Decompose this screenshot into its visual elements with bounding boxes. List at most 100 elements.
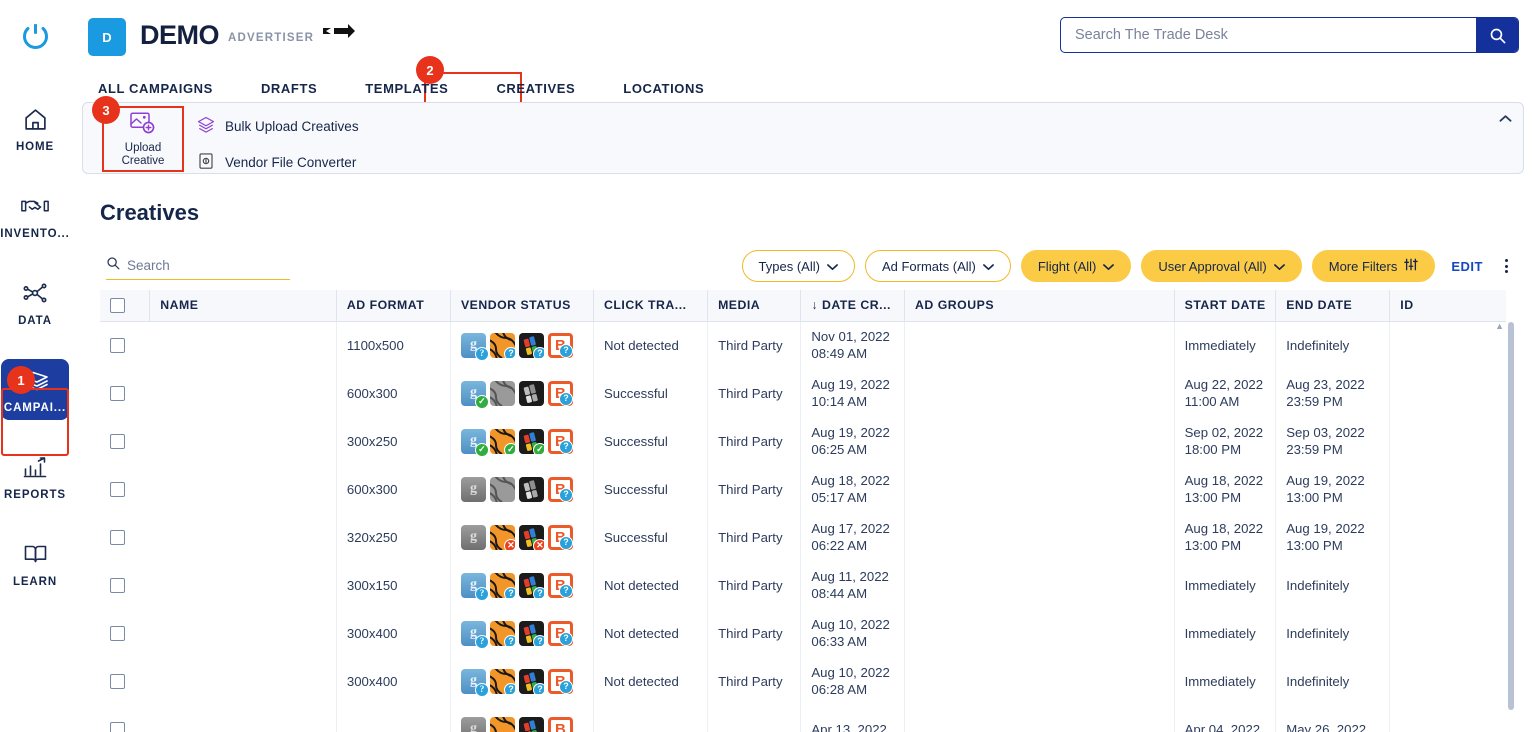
- table-search[interactable]: [106, 252, 290, 280]
- vertical-scrollbar-thumb[interactable]: [1508, 322, 1514, 710]
- status-badge-unknown: ?: [532, 586, 544, 598]
- column-header-vend[interactable]: VENDOR STATUS: [450, 290, 595, 322]
- vendor-icon-sizmek: [489, 380, 515, 406]
- column-header-grp[interactable]: AD GROUPS: [904, 290, 1175, 322]
- row-checkbox[interactable]: [110, 673, 125, 689]
- sidebar-item-label: REPORTS: [4, 489, 66, 501]
- cell-media: Third Party: [707, 465, 802, 513]
- chevron-down-icon: [827, 259, 838, 274]
- vendor-icon-sizmek: ✓: [489, 428, 515, 454]
- filter-pill-ad-formats-all[interactable]: Ad Formats (All): [864, 250, 1011, 282]
- row-checkbox[interactable]: [110, 577, 125, 593]
- filter-pill-flight-all[interactable]: Flight (All): [1020, 250, 1132, 282]
- table-row[interactable]: g B Apr 13, 2022 Apr 04, 2022 May 26, 20…: [100, 705, 1506, 732]
- switch-arrows-icon[interactable]: [322, 22, 356, 47]
- filter-pill-types-all[interactable]: Types (All): [741, 250, 855, 282]
- status-badge-unknown: ?: [474, 682, 489, 697]
- start-date-day: Immediately: [1184, 577, 1256, 593]
- vendor-icon-bing: B: [547, 716, 573, 732]
- column-header-start[interactable]: START DATE: [1174, 290, 1277, 322]
- end-date-day: Sep 03, 2022: [1286, 425, 1365, 440]
- vendor-icon-microsoft: [518, 716, 544, 732]
- sidebar-item-learn[interactable]: LEARN: [0, 533, 70, 594]
- start-date-day: Apr 04, 2022: [1184, 721, 1261, 732]
- row-checkbox[interactable]: [110, 529, 125, 545]
- row-checkbox[interactable]: [110, 433, 125, 449]
- chevron-up-icon[interactable]: [1496, 109, 1514, 127]
- cell-start-date: Immediately: [1174, 609, 1277, 657]
- column-header-id[interactable]: ID: [1389, 290, 1506, 322]
- date-created-time: 10:14 AM: [811, 394, 868, 409]
- table-row[interactable]: 1100x500g? ? ?B?Not detectedThird Party …: [100, 321, 1506, 369]
- table-row[interactable]: 300x150g? ? ?B?Not detectedThird Party A…: [100, 561, 1506, 609]
- cell-ad-format: 1100x500: [336, 321, 451, 369]
- vendor-icon-sizmek: ✕: [489, 524, 515, 550]
- vendor-file-converter-link[interactable]: Vendor File Converter: [197, 152, 356, 173]
- date-created-time: 06:28 AM: [811, 682, 868, 697]
- cell-ad-format: 300x400: [336, 609, 451, 657]
- search-button[interactable]: [1476, 18, 1518, 52]
- creatives-table-wrapper: NAME AD FORMAT VENDOR STATUS CLICK TRA... ME…: [100, 290, 1506, 732]
- cell-name: [149, 561, 337, 609]
- row-select-cell: [100, 465, 150, 513]
- table-row[interactable]: 600x300g✓ B?SuccessfulThird Party Aug 19…: [100, 369, 1506, 417]
- column-header-media[interactable]: MEDIA: [707, 290, 802, 322]
- row-checkbox[interactable]: [110, 481, 125, 497]
- tab-drafts[interactable]: DRAFTS: [261, 81, 317, 104]
- status-badge-unknown: ?: [474, 586, 489, 601]
- cell-id: [1390, 321, 1506, 369]
- status-badge-unknown: ?: [503, 682, 515, 694]
- global-search[interactable]: [1060, 17, 1519, 53]
- sidebar-item-invento[interactable]: INVENTO...: [0, 185, 70, 246]
- power-logo-icon[interactable]: [19, 20, 52, 53]
- filter-pill-user-approval-all[interactable]: User Approval (All): [1141, 250, 1302, 282]
- upload-creative-tile[interactable]: Upload Creative: [105, 112, 181, 168]
- start-date-day: Sep 02, 2022: [1184, 425, 1264, 440]
- stack-layers-icon: [197, 116, 215, 137]
- date-created-time: 05:17 AM: [811, 490, 868, 505]
- status-badge-unknown: ?: [558, 583, 573, 598]
- table-row[interactable]: 300x400g? ? ?B?Not detectedThird Party A…: [100, 609, 1506, 657]
- start-date-time: 13:00 PM: [1184, 490, 1242, 505]
- sidebar-item-reports[interactable]: REPORTS: [0, 446, 70, 507]
- filter-pill-more-filters[interactable]: More Filters: [1311, 250, 1436, 282]
- column-header-fmt[interactable]: AD FORMAT: [336, 290, 451, 322]
- advertiser-avatar: D: [88, 18, 126, 56]
- edit-button[interactable]: EDIT: [1451, 259, 1483, 274]
- search-input[interactable]: [1061, 18, 1476, 52]
- start-date-day: Immediately: [1184, 337, 1256, 353]
- column-header-date[interactable]: ↓ DATE CR...: [800, 290, 906, 322]
- cell-ad-groups: [904, 465, 1175, 513]
- table-row[interactable]: 600x300g B?SuccessfulThird Party Aug 18,…: [100, 465, 1506, 513]
- cell-click-tracking: Successful: [593, 513, 709, 561]
- table-row[interactable]: 320x250g ✕ ✕B?SuccessfulThird Party Aug …: [100, 513, 1506, 561]
- bulk-upload-creatives-link[interactable]: Bulk Upload Creatives: [197, 116, 359, 137]
- sidebar-item-label: HOME: [15, 141, 55, 153]
- table-row[interactable]: 300x400g? ? ?B?Not detectedThird Party A…: [100, 657, 1506, 705]
- cell-vendor-status: g? ? ?B?: [450, 321, 595, 369]
- sidebar-item-home[interactable]: HOME: [0, 98, 70, 159]
- select-all-checkbox[interactable]: [110, 297, 125, 313]
- row-checkbox[interactable]: [110, 721, 125, 732]
- vendor-icon-google: g?: [460, 572, 489, 601]
- sidebar-item-data[interactable]: DATA: [0, 272, 70, 333]
- row-checkbox[interactable]: [110, 337, 125, 353]
- more-vertical-icon[interactable]: [1505, 259, 1508, 273]
- date-created-time: 08:49 AM: [811, 346, 868, 362]
- vendor-icon-google: g?: [460, 332, 489, 361]
- table-row[interactable]: 300x250g✓ ✓ ✓B?SuccessfulThird Party Aug…: [100, 417, 1506, 465]
- table-search-input[interactable]: [127, 258, 277, 273]
- column-header-click[interactable]: CLICK TRA...: [593, 290, 709, 322]
- tab-creatives[interactable]: CREATIVES: [496, 81, 575, 104]
- column-header-end[interactable]: END DATE: [1275, 290, 1391, 322]
- cell-media: Third Party: [707, 561, 802, 609]
- column-header-name[interactable]: NAME: [149, 290, 337, 322]
- row-checkbox[interactable]: [110, 625, 125, 641]
- cell-end-date: Aug 23, 2022 23:59 PM: [1275, 369, 1391, 417]
- start-date-day: Aug 18, 2022: [1184, 473, 1264, 488]
- date-created-day: Aug 11, 2022: [811, 569, 889, 584]
- row-checkbox[interactable]: [110, 385, 125, 401]
- tab-locations[interactable]: LOCATIONS: [623, 81, 704, 104]
- cell-media: Third Party: [707, 417, 802, 465]
- tab-templates[interactable]: TEMPLATES: [365, 81, 448, 104]
